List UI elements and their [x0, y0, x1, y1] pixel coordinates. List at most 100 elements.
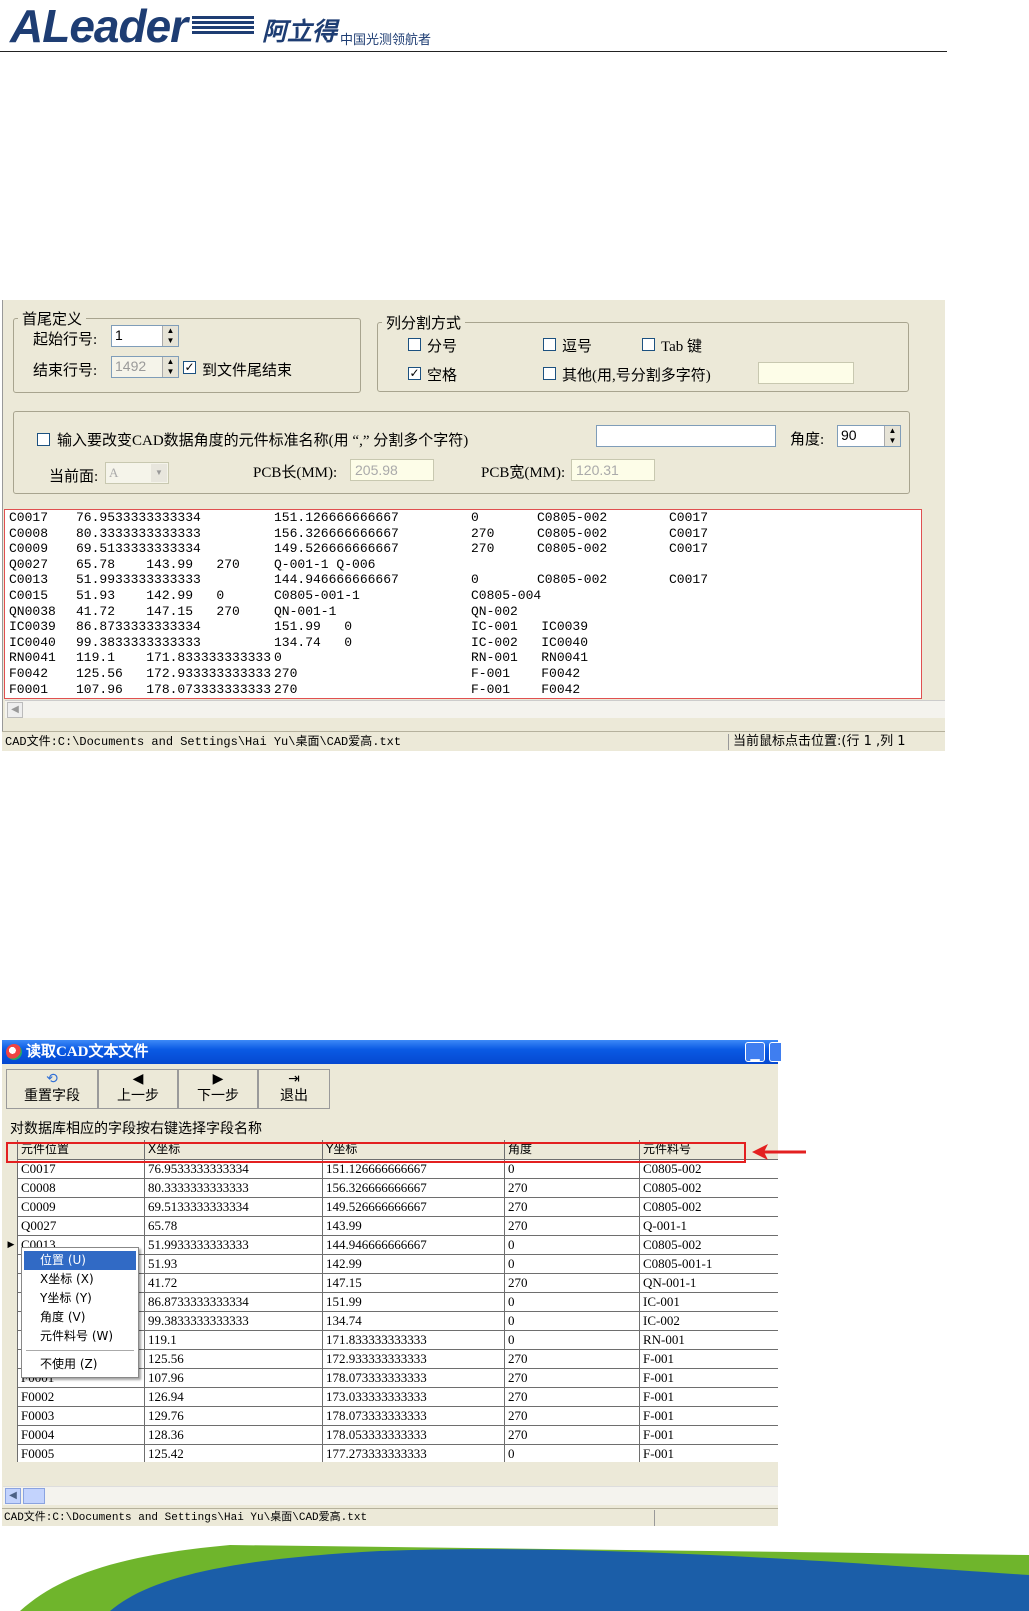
previous-step-button[interactable]: ◀ 上一步: [98, 1069, 178, 1109]
cad-text-field: C0805-002: [537, 510, 608, 525]
cad-text-field: C0013: [9, 572, 49, 588]
table-row[interactable]: C0008 80.3333333333333 156.326666666667 270…: [5, 1178, 778, 1198]
tab-checkbox[interactable]: [642, 338, 655, 351]
chevron-down-icon[interactable]: ▼: [151, 464, 167, 482]
table-cell: 270: [505, 1349, 640, 1369]
cad-text-field: 151.99 0: [274, 619, 353, 635]
pcb-length-input[interactable]: 205.98: [350, 459, 434, 481]
component-names-input[interactable]: [596, 425, 776, 447]
cad-text-field: C0805-002: [537, 541, 608, 557]
app-icon: [6, 1044, 22, 1060]
row-indicator[interactable]: [5, 1425, 18, 1445]
spinner-arrows-icon[interactable]: ▲ ▼: [884, 426, 900, 446]
head-tail-legend: 首尾定义: [22, 312, 83, 328]
header-row-highlight: [6, 1142, 746, 1163]
scroll-left-icon[interactable]: ◀: [5, 1488, 21, 1504]
row-indicator[interactable]: [5, 1330, 18, 1350]
row-indicator[interactable]: [5, 1292, 18, 1312]
row-indicator[interactable]: [5, 1444, 18, 1462]
angle-change-checkbox[interactable]: [37, 433, 50, 446]
reset-fields-label: 重置字段: [24, 1089, 80, 1104]
menu-item-x[interactable]: X坐标 (X): [24, 1270, 136, 1289]
maximize-icon[interactable]: [769, 1042, 781, 1062]
table-row[interactable]: F0002 126.94 173.033333333333 270 F-001: [5, 1387, 778, 1407]
cad-text-field: 69.5133333333334: [76, 541, 201, 557]
table-cell: 270: [505, 1368, 640, 1388]
spinner-arrows-icon[interactable]: ▲ ▼: [162, 357, 178, 377]
menu-item-position[interactable]: 位置 (U): [24, 1251, 136, 1270]
table-cell: 270: [505, 1178, 640, 1198]
table-row[interactable]: F0004 128.36 178.053333333333 270 F-001: [5, 1425, 778, 1445]
row-indicator[interactable]: [5, 1368, 18, 1388]
row-indicator[interactable]: [5, 1311, 18, 1331]
table-cell: QN-001-1: [640, 1273, 778, 1293]
reset-icon: ⟲: [46, 1071, 58, 1087]
menu-item-unused[interactable]: 不使用 (Z): [24, 1355, 136, 1374]
spinner-arrows-icon[interactable]: ▲ ▼: [162, 326, 178, 346]
to-end-checkbox[interactable]: ✓: [183, 361, 196, 374]
next-step-button[interactable]: ▶ 下一步: [178, 1069, 258, 1109]
table-row[interactable]: F0003 129.76 178.073333333333 270 F-001: [5, 1406, 778, 1426]
next-step-label: 下一步: [197, 1089, 239, 1104]
company-slogan: 中国光测领航者: [340, 33, 432, 48]
status-bar: CAD文件:C:\Documents and Settings\Hai Yu\桌…: [2, 731, 945, 751]
row-indicator[interactable]: [5, 1197, 18, 1217]
cad-text-line: Q0027 65.78 143.99 270 Q-001-1 Q-006: [9, 557, 921, 573]
dialog-title-bar[interactable]: 读取CAD文本文件 ▁: [2, 1040, 781, 1064]
current-side-select[interactable]: A ▼: [105, 462, 169, 484]
space-checkbox[interactable]: ✓: [408, 367, 421, 380]
cad-text-field: C0017: [9, 510, 49, 525]
horizontal-scrollbar[interactable]: ◀: [5, 700, 945, 718]
space-label: 空格: [427, 368, 458, 384]
scroll-left-icon[interactable]: ◀: [7, 702, 23, 718]
arrow-left-icon: ◀: [132, 1071, 144, 1087]
row-indicator[interactable]: ▶: [5, 1235, 18, 1255]
menu-item-y[interactable]: Y坐标 (Y): [24, 1289, 136, 1308]
row-indicator[interactable]: [5, 1349, 18, 1369]
exit-button[interactable]: ⇥ 退出: [258, 1069, 330, 1109]
status-file-path: CAD文件:C:\Documents and Settings\Hai Yu\桌…: [5, 735, 402, 749]
footer-swoosh: [20, 1545, 1029, 1611]
comma-checkbox[interactable]: [543, 338, 556, 351]
delimiter-legend: 列分割方式: [386, 316, 462, 332]
angle-spinner[interactable]: 90 ▲ ▼: [837, 425, 901, 447]
end-line-spinner[interactable]: 1492 ▲ ▼: [111, 356, 179, 378]
row-indicator[interactable]: [5, 1216, 18, 1236]
row-indicator[interactable]: [5, 1178, 18, 1198]
row-indicator[interactable]: [5, 1254, 18, 1274]
cad-text-preview[interactable]: C0017 76.9533333333334 151.126666666667 0 C0…: [4, 509, 922, 699]
table-cell: 270: [505, 1425, 640, 1445]
menu-item-part-number[interactable]: 元件料号 (W): [24, 1327, 136, 1346]
other-delimiter-input[interactable]: [758, 362, 854, 384]
table-row[interactable]: C0009 69.5133333333334 149.526666666667 270…: [5, 1197, 778, 1217]
row-indicator[interactable]: [5, 1406, 18, 1426]
cad-text-field: QN-002: [471, 603, 518, 619]
pcb-width-input[interactable]: 120.31: [571, 459, 655, 481]
semicolon-checkbox[interactable]: [408, 338, 421, 351]
start-line-spinner[interactable]: 1 ▲ ▼: [111, 325, 179, 347]
menu-item-angle[interactable]: 角度 (V): [24, 1308, 136, 1327]
dialog-status-bar: CAD文件:C:\Documents and Settings\Hai Yu\桌…: [2, 1508, 778, 1526]
table-row[interactable]: Q0027 65.78 143.99 270 Q-001-1: [5, 1216, 778, 1236]
table-cell: F-001: [640, 1368, 778, 1388]
table-cell: 270: [505, 1406, 640, 1426]
table-row[interactable]: F0005 125.42 177.273333333333 0 F-001: [5, 1444, 778, 1462]
exit-icon: ⇥: [288, 1071, 300, 1087]
cad-text-field: 51.9933333333333: [76, 572, 201, 588]
reset-fields-button[interactable]: ⟲ 重置字段: [6, 1069, 98, 1109]
cad-text-field: C0015: [9, 587, 49, 603]
table-cell: 177.273333333333: [323, 1444, 505, 1462]
grid-horizontal-scrollbar[interactable]: ◀: [3, 1486, 778, 1505]
company-logo: ALeader: [10, 0, 188, 52]
scroll-thumb[interactable]: [23, 1488, 45, 1504]
row-indicator[interactable]: [5, 1387, 18, 1407]
row-indicator[interactable]: [5, 1273, 18, 1293]
other-label: 其他(用,号分割多字符): [562, 368, 711, 384]
table-cell: C0009: [18, 1197, 145, 1217]
table-cell: 178.073333333333: [323, 1368, 505, 1388]
table-cell: F0002: [18, 1387, 145, 1407]
to-end-label: 到文件尾结束: [202, 363, 293, 379]
cad-text-field: 65.78 143.99 270: [76, 556, 240, 572]
other-checkbox[interactable]: [543, 367, 556, 380]
minimize-icon[interactable]: ▁: [745, 1042, 765, 1062]
